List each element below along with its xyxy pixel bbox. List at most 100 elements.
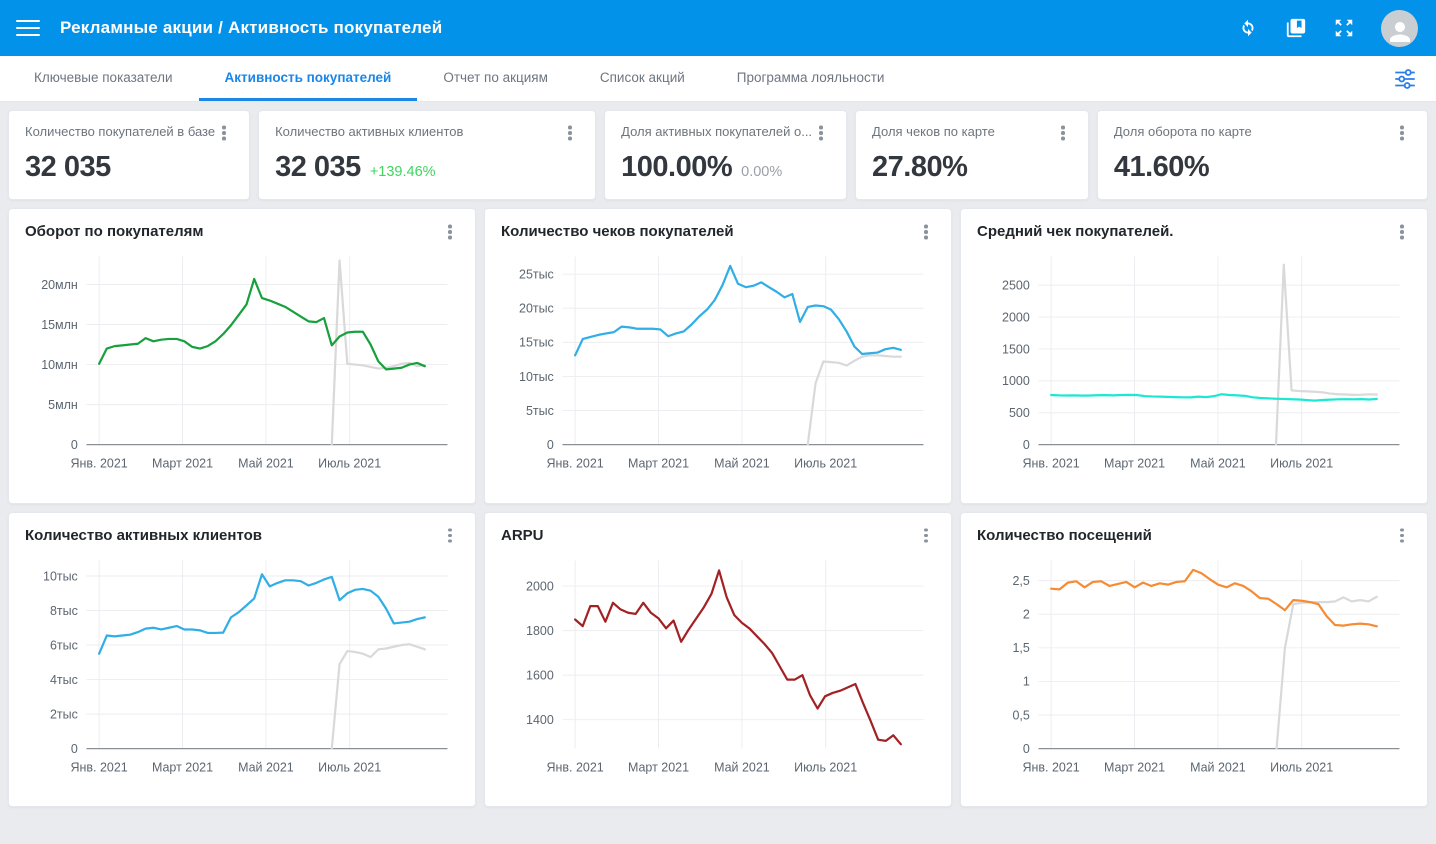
svg-text:4тыс: 4тыс [50,672,78,686]
tab-key-indicators[interactable]: Ключевые показатели [8,56,199,101]
svg-text:Май 2021: Май 2021 [238,760,294,774]
chart-title: ARPU [501,527,544,544]
kebab-icon[interactable] [561,124,579,142]
kebab-icon[interactable] [812,124,830,142]
svg-text:Май 2021: Май 2021 [714,457,770,471]
tab-promo-report[interactable]: Отчет по акциям [417,56,574,101]
svg-text:2: 2 [1023,607,1030,621]
refresh-icon[interactable] [1237,17,1259,39]
svg-text:25тыс: 25тыс [519,267,554,281]
svg-text:0: 0 [547,438,554,452]
kebab-icon[interactable] [441,223,459,241]
chart-card-turnover: Оборот по покупателям Янв. 2021Март 2021… [8,208,476,504]
kpi-card-card-turnover-share: Доля оборота по карте 41.60% [1097,110,1428,200]
svg-text:Март 2021: Март 2021 [628,760,689,774]
library-icon[interactable] [1285,17,1307,39]
svg-text:Март 2021: Март 2021 [1104,457,1165,471]
filter-sliders-icon[interactable] [1374,56,1436,101]
svg-text:1600: 1600 [526,668,554,682]
svg-text:1000: 1000 [1002,374,1030,388]
svg-text:Июль 2021: Июль 2021 [318,457,381,471]
svg-text:Янв. 2021: Янв. 2021 [1023,760,1080,774]
svg-text:1500: 1500 [1002,342,1030,356]
svg-text:Янв. 2021: Янв. 2021 [71,760,128,774]
svg-text:Июль 2021: Июль 2021 [1270,760,1333,774]
svg-text:2000: 2000 [1002,310,1030,324]
svg-text:Март 2021: Март 2021 [1104,760,1165,774]
chart-title: Количество чеков покупателей [501,223,734,240]
tab-bar: Ключевые показатели Активность покупател… [0,56,1436,102]
tab-promo-list[interactable]: Список акций [574,56,711,101]
kebab-icon[interactable] [1393,527,1411,545]
svg-text:500: 500 [1009,406,1030,420]
kpi-label: Количество активных клиентов [275,124,463,139]
svg-text:2тыс: 2тыс [50,707,78,721]
kebab-icon[interactable] [1393,124,1411,142]
kpi-label: Доля оборота по карте [1114,124,1252,139]
app-bar: Рекламные акции / Активность покупателей [0,0,1436,56]
kpi-card-active-clients: Количество активных клиентов 32 035 +139… [258,110,596,200]
svg-text:5млн: 5млн [48,398,78,412]
kpi-value: 27.80% [872,151,967,184]
kpi-card-customers-in-base: Количество покупателей в базе 32 035 [8,110,250,200]
kpi-value: 100.00% [621,151,732,184]
svg-text:20тыс: 20тыс [519,302,554,316]
svg-text:0,5: 0,5 [1012,708,1029,722]
fullscreen-icon[interactable] [1333,17,1355,39]
kebab-icon[interactable] [917,223,935,241]
kebab-icon[interactable] [215,124,233,142]
kebab-icon[interactable] [441,527,459,545]
charts-grid: Оборот по покупателям Янв. 2021 Март 2021… [8,208,1428,807]
chart-card-average-receipt: Средний чек покупателей. Янв. 2021Март 2… [960,208,1428,504]
turnover-by-customers-chart: Янв. 2021Март 2021Май 2021Июль 202105млн… [25,243,459,495]
svg-text:Май 2021: Май 2021 [1190,457,1246,471]
tab-loyalty-program[interactable]: Программа лояльности [711,56,911,101]
svg-text:Янв. 2021: Янв. 2021 [547,760,604,774]
svg-text:1800: 1800 [526,623,554,637]
svg-text:1,5: 1,5 [1012,641,1029,655]
svg-text:Март 2021: Март 2021 [628,457,689,471]
kebab-icon[interactable] [917,527,935,545]
kebab-icon[interactable] [1054,124,1072,142]
svg-text:0: 0 [71,742,78,756]
svg-text:2000: 2000 [526,579,554,593]
svg-text:Июль 2021: Июль 2021 [794,760,857,774]
kpi-label: Доля чеков по карте [872,124,995,139]
chart-card-active-clients: Количество активных клиентов Янв. 2021 Ма… [8,512,476,808]
svg-text:1: 1 [1023,674,1030,688]
chart-title: Оборот по покупателям [25,223,204,240]
svg-text:Июль 2021: Июль 2021 [1270,457,1333,471]
kpi-value: 32 035 [275,151,361,184]
tab-customer-activity[interactable]: Активность покупателей [199,56,418,101]
svg-text:15млн: 15млн [41,318,78,332]
svg-text:Март 2021: Март 2021 [152,457,213,471]
kpi-card-card-receipts-share: Доля чеков по карте 27.80% [855,110,1089,200]
kpi-card-active-share: Доля активных покупателей о... 100.00% 0… [604,110,847,200]
visits-count-chart: Янв. 2021Март 2021Май 2021Июль 202100,51… [977,547,1411,799]
chart-card-visits: Количество посещений Янв. 2021Март 2021М… [960,512,1428,808]
chart-card-receipts: Количество чеков покупателей Янв. 2021 Ма… [484,208,952,504]
kpi-delta: +139.46% [370,164,436,180]
svg-text:10млн: 10млн [41,358,78,372]
chart-title: Количество активных клиентов [25,527,262,544]
page-title: Рекламные акции / Активность покупателей [60,18,442,38]
chart-card-arpu: ARPU Янв. 2021 Март 2021 Май 2021 Июль 2021… [484,512,952,808]
avatar-icon[interactable] [1381,10,1418,47]
svg-text:5тыс: 5тыс [526,404,554,418]
svg-text:20млн: 20млн [41,278,78,292]
svg-text:Июль 2021: Июль 2021 [794,457,857,471]
svg-text:Июль 2021: Июль 2021 [318,760,381,774]
svg-text:Май 2021: Май 2021 [714,760,770,774]
kpi-label: Количество покупателей в базе [25,124,215,139]
kpi-row: Количество покупателей в базе 32 035 Кол… [8,110,1428,200]
kpi-label: Доля активных покупателей о... [621,124,812,139]
chart-title: Количество посещений [977,527,1152,544]
menu-icon[interactable] [16,15,40,41]
svg-text:Янв. 2021: Янв. 2021 [547,457,604,471]
svg-text:1400: 1400 [526,713,554,727]
svg-text:Март 2021: Март 2021 [152,760,213,774]
arpu-chart: Янв. 2021 Март 2021 Май 2021 Июль 2021 1400 1… [501,547,935,799]
kebab-icon[interactable] [1393,223,1411,241]
svg-text:10тыс: 10тыс [43,569,78,583]
svg-text:0: 0 [71,438,78,452]
